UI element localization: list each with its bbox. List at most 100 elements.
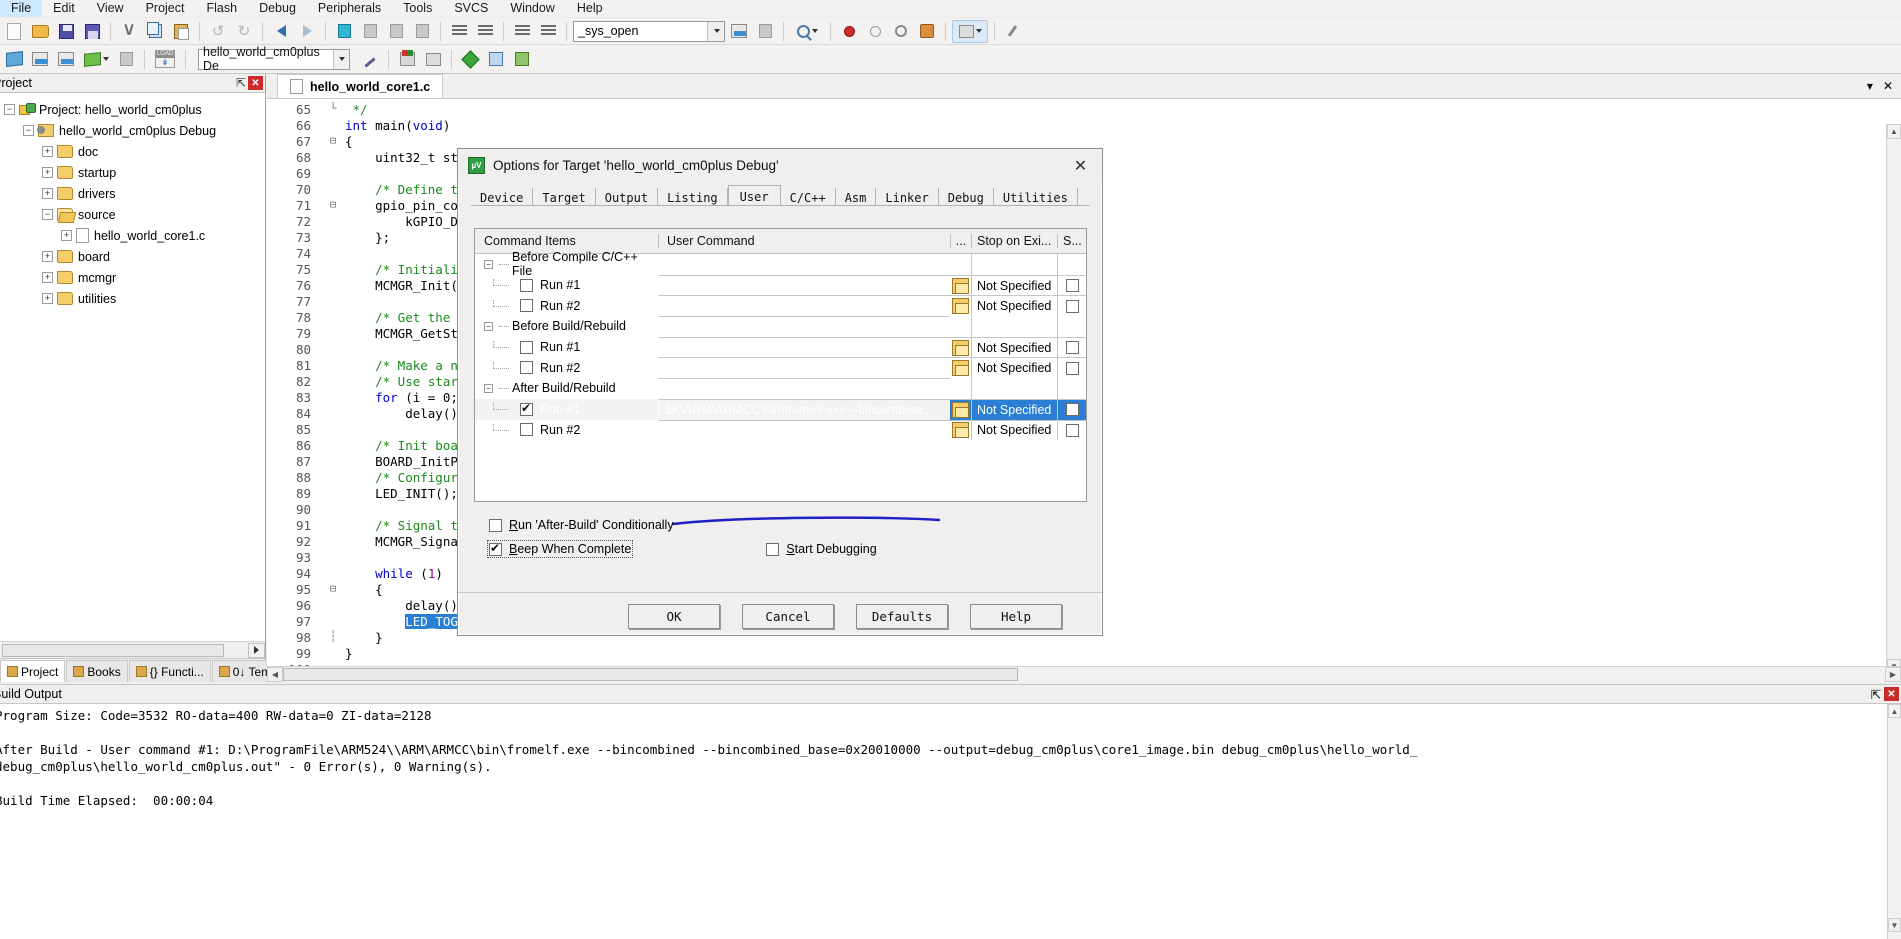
- build-output-vertical-scrollbar[interactable]: ▲ ▼: [1887, 704, 1901, 939]
- fold-marker[interactable]: ⊟: [323, 134, 343, 150]
- browse-folder-icon[interactable]: [952, 298, 969, 315]
- scroll-left-arrow[interactable]: ◀: [267, 667, 283, 682]
- grid-cell-browse[interactable]: [950, 274, 971, 296]
- rebuild-button[interactable]: [54, 48, 78, 71]
- expand-icon[interactable]: +: [42, 293, 53, 304]
- run-enable-checkbox[interactable]: [520, 278, 533, 292]
- find-in-files-button[interactable]: [727, 20, 751, 43]
- save-button[interactable]: [54, 20, 78, 43]
- grid-cell-stop-on-exit[interactable]: Not Specified: [971, 398, 1057, 420]
- fold-marker[interactable]: [323, 518, 343, 534]
- zoom-button[interactable]: [790, 20, 824, 43]
- fold-marker[interactable]: [323, 502, 343, 518]
- browse-folder-icon[interactable]: [952, 401, 969, 418]
- grid-cell-browse[interactable]: [950, 295, 971, 316]
- breakpoint-disable-button[interactable]: [863, 20, 887, 43]
- breakpoint-toggle-button[interactable]: [837, 20, 861, 43]
- expand-icon[interactable]: +: [42, 272, 53, 283]
- project-pane-tab-books[interactable]: Books: [66, 660, 128, 682]
- project-tree-item[interactable]: + hello_world_core1.c: [0, 225, 265, 246]
- grid-cell-browse[interactable]: [950, 336, 971, 358]
- target-selector[interactable]: hello_world_cm0plus De: [198, 45, 350, 73]
- browse-folder-icon[interactable]: [952, 422, 969, 439]
- scroll-down-arrow[interactable]: ▼: [1888, 918, 1901, 932]
- grid-row[interactable]: Run #1 $K\ARM\ARMCC\bin\fromelf.exe --bin…: [475, 398, 1086, 420]
- scroll-up-arrow[interactable]: ▲: [1887, 124, 1901, 139]
- expand-icon[interactable]: +: [42, 251, 53, 262]
- s-column-checkbox[interactable]: [1065, 279, 1079, 293]
- project-tree-item[interactable]: + mcmgr: [0, 267, 265, 288]
- fold-marker[interactable]: [323, 438, 343, 454]
- target-selector-dropdown[interactable]: [332, 49, 349, 69]
- grid-cell-user-command[interactable]: [658, 336, 950, 358]
- uncomment-button[interactable]: [536, 20, 560, 43]
- expand-icon[interactable]: +: [42, 167, 53, 178]
- fold-marker[interactable]: [323, 646, 343, 662]
- grid-cell-browse[interactable]: [950, 398, 971, 420]
- menu-item-view[interactable]: View: [86, 0, 135, 17]
- grid-cell-user-command[interactable]: [658, 316, 950, 337]
- grid-cell-stop-on-exit[interactable]: Not Specified: [971, 295, 1057, 317]
- grid-row[interactable]: Run #1 Not Specified: [475, 274, 1086, 296]
- fold-marker[interactable]: └: [323, 102, 343, 118]
- fold-marker[interactable]: [323, 374, 343, 390]
- project-tree-item[interactable]: − source: [0, 204, 265, 225]
- grid-cell-user-command[interactable]: $K\ARM\ARMCC\bin\fromelf.exe --bincombin…: [658, 398, 950, 420]
- start-debugging-checkbox[interactable]: Start Debugging: [766, 542, 877, 556]
- s-column-checkbox[interactable]: [1065, 423, 1079, 437]
- menu-item-flash[interactable]: Flash: [195, 0, 248, 17]
- grid-cell-stop-on-exit[interactable]: Not Specified: [971, 419, 1057, 441]
- menu-item-edit[interactable]: Edit: [42, 0, 86, 17]
- close-icon[interactable]: ✕: [1884, 687, 1899, 701]
- grid-cell-command-item[interactable]: − Before Compile C/C++ File: [475, 250, 658, 278]
- scroll-up-arrow[interactable]: ▲: [1888, 704, 1901, 718]
- paste-button[interactable]: [169, 20, 193, 43]
- pack-installer-button[interactable]: [458, 48, 482, 71]
- grid-cell-stop-on-exit[interactable]: [971, 378, 1057, 399]
- fold-marker[interactable]: [323, 278, 343, 294]
- ok-button[interactable]: OK: [628, 604, 720, 629]
- beep-when-complete-checkbox[interactable]: Beep When Complete: [486, 540, 634, 558]
- grid-cell-stop-on-exit[interactable]: Not Specified: [971, 357, 1057, 379]
- dialog-title-bar[interactable]: µV Options for Target 'hello_world_cm0pl…: [458, 149, 1102, 182]
- bookmark-list-button[interactable]: [753, 20, 777, 43]
- bookmark-prev-button[interactable]: [358, 20, 382, 43]
- project-pane-tab-functi[interactable]: {} Functi...: [128, 660, 211, 682]
- save-all-button[interactable]: [80, 20, 104, 43]
- fold-marker[interactable]: [323, 390, 343, 406]
- fold-marker[interactable]: [323, 342, 343, 358]
- fold-marker[interactable]: ⊟: [323, 198, 343, 214]
- bookmark-clear-button[interactable]: [410, 20, 434, 43]
- fold-marker[interactable]: [323, 534, 343, 550]
- editor-tab-hello-world-core1-c[interactable]: hello_world_core1.c: [277, 74, 444, 98]
- new-file-button[interactable]: [2, 20, 26, 43]
- comment-button[interactable]: [510, 20, 534, 43]
- close-icon[interactable]: ✕: [248, 76, 263, 90]
- project-tree-item[interactable]: + startup: [0, 162, 265, 183]
- expand-icon[interactable]: +: [42, 188, 53, 199]
- grid-cell-s[interactable]: [1057, 274, 1086, 296]
- grid-cell-user-command[interactable]: [658, 295, 950, 317]
- fold-marker[interactable]: [323, 598, 343, 614]
- fold-marker[interactable]: [323, 454, 343, 470]
- collapse-icon[interactable]: −: [484, 259, 493, 269]
- fold-marker[interactable]: [323, 614, 343, 630]
- grid-row[interactable]: Run #2 Not Specified: [475, 357, 1086, 379]
- menu-item-peripherals[interactable]: Peripherals: [307, 0, 392, 17]
- fold-marker[interactable]: [323, 422, 343, 438]
- run-enable-checkbox[interactable]: [520, 299, 533, 313]
- fold-marker[interactable]: ⊟: [323, 582, 343, 598]
- grid-row[interactable]: − Before Compile C/C++ File: [475, 250, 1086, 278]
- fold-marker[interactable]: [323, 246, 343, 262]
- grid-cell-user-command[interactable]: [658, 378, 950, 399]
- grid-cell-s[interactable]: [1057, 398, 1086, 420]
- scroll-right-arrow[interactable]: [248, 642, 265, 658]
- menu-item-help[interactable]: Help: [566, 0, 614, 17]
- select-software-packs-button[interactable]: [510, 48, 534, 71]
- fold-marker[interactable]: [323, 262, 343, 278]
- grid-cell-stop-on-exit[interactable]: [971, 254, 1057, 275]
- grid-cell-user-command[interactable]: [658, 419, 950, 441]
- scroll-right-arrow[interactable]: ▶: [1885, 667, 1901, 682]
- project-tree-item[interactable]: − Project: hello_world_cm0plus: [0, 99, 265, 120]
- editor-vertical-scrollbar[interactable]: ▲ ▼: [1886, 124, 1901, 674]
